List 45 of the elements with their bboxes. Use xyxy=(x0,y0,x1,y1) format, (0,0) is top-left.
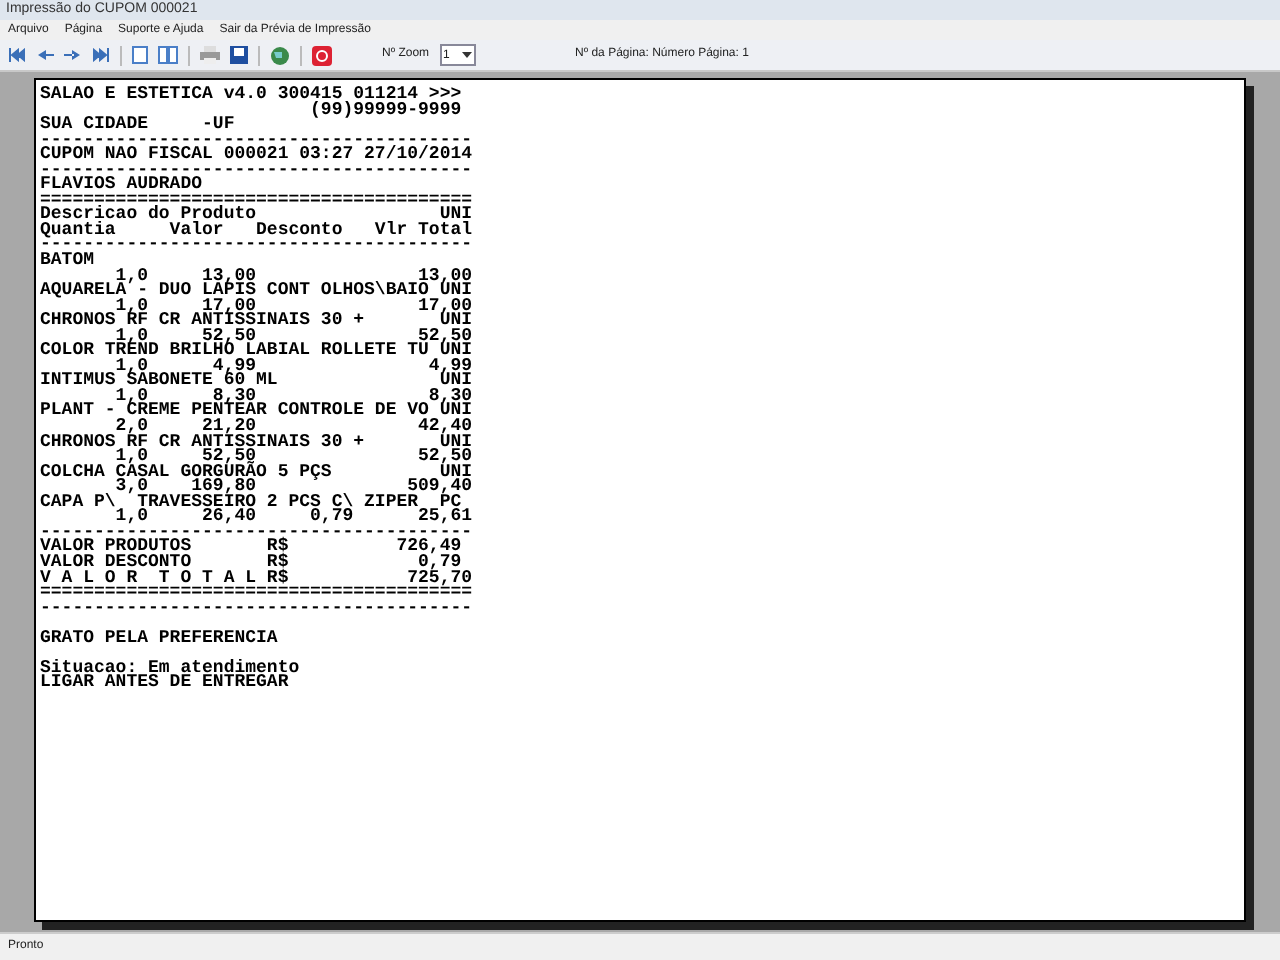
receipt-line: 1,0 8,30 8,30 xyxy=(113,389,475,405)
receipt-line: CUPOM NAO FISCAL 000021 03:27 27/10/2014 xyxy=(40,148,475,164)
last-page-icon[interactable] xyxy=(92,48,110,62)
receipt-line: PLANT - CREME PENTEAR CONTROLE DE VO UNI xyxy=(40,404,475,421)
printer-icon[interactable] xyxy=(200,46,220,64)
receipt-line: (99)99999-9999 xyxy=(308,103,464,119)
receipt-line: ---------------------------------------- xyxy=(40,163,475,179)
receipt-line: INTIMUS SABONETE 60 ML UNI xyxy=(40,374,475,390)
receipt-line: 2,0 21,20 42,40 xyxy=(115,420,475,436)
receipt-line: 1,0 17,00 17,00 xyxy=(115,299,475,315)
previous-page-icon[interactable] xyxy=(36,48,54,62)
receipt-line: 1,0 26,40 0,79 25,61 xyxy=(115,510,475,526)
save-icon[interactable] xyxy=(230,46,248,64)
receipt-line: CAPA P\ TRAVESSEIRO 2 PCS C\ ZIPER PC xyxy=(40,495,462,511)
receipt-line: BATOM xyxy=(40,254,97,270)
receipt-line: 3,0 169,80 509,40 xyxy=(115,480,475,496)
receipt-line: ---------------------------------------- xyxy=(40,238,475,255)
globe-icon[interactable] xyxy=(270,45,290,65)
single-page-icon[interactable] xyxy=(132,46,148,64)
receipt-line: 1,0 52,50 52,50 xyxy=(115,450,475,466)
receipt-line: COLCHA CASAL GORGURÃO 5 PÇS UNI xyxy=(40,465,475,481)
receipt-line: COLOR TREND BRILHO LABIAL ROLLETE TU UNI xyxy=(40,344,475,360)
receipt-line: VALOR DESCONTO R$ 0,79 xyxy=(40,555,462,571)
receipt-line: ---------------------------------------- xyxy=(40,601,475,617)
caret-icon xyxy=(461,52,472,58)
receipt-line: SUA CIDADE -UF xyxy=(40,118,237,134)
receipt-line: AQUARELA - DUO LAPIS CONT OLHOS\BAIO UNI xyxy=(40,284,475,300)
receipt-line: Descricao do Produto UNI xyxy=(40,208,475,224)
receipt-line: V A L O R T O T A L R$ 725,70 xyxy=(40,571,475,587)
receipt-line: ======================================== xyxy=(40,586,475,602)
two-pages-icon[interactable] xyxy=(158,46,178,64)
receipt-line: 1,0 4,99 4,99 xyxy=(115,359,475,375)
receipt-line: SALAO E ESTETICA v4.0 300415 011214 >>> xyxy=(40,88,464,104)
next-page-icon[interactable] xyxy=(64,48,82,62)
receipt-line: VALOR PRODUTOS R$ 726,49 xyxy=(40,540,464,556)
close-icon[interactable] xyxy=(312,45,332,65)
receipt-line: Quantia Valor Desconto Vlr Total xyxy=(40,223,475,239)
first-page-icon[interactable] xyxy=(8,48,26,62)
receipt-line: CHRONOS RF CR ANTISSINAIS 30 + UNI xyxy=(40,314,475,330)
receipt-line: GRATO PELA PREFERENCIA xyxy=(40,631,280,647)
receipt-line: FLAVIOS AUDRADO xyxy=(40,178,203,194)
receipt-line: 1,0 52,50 52,50 xyxy=(115,329,475,345)
receipt-line: LIGAR ANTES DE ENTREGAR xyxy=(40,676,289,692)
receipt-line: Situacao: Em atendimento xyxy=(40,661,302,677)
receipt-line: CHRONOS RF CR ANTISSINAIS 30 + UNI xyxy=(40,435,475,451)
